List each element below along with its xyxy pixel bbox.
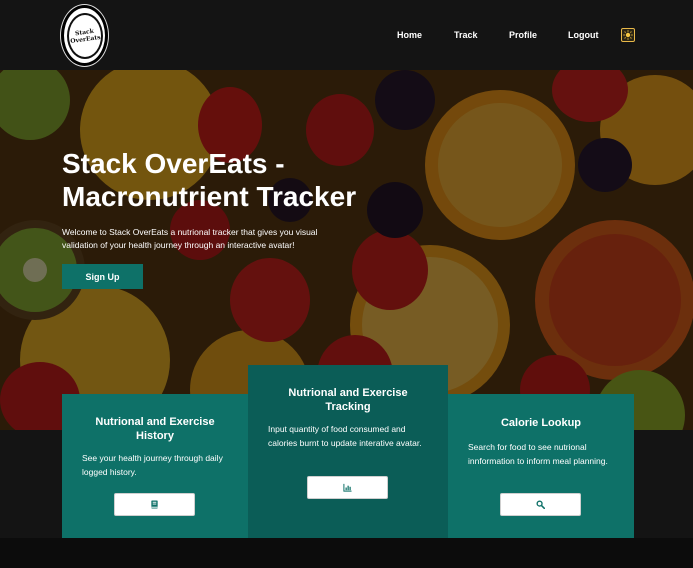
signup-button[interactable]: Sign Up [62, 264, 143, 289]
sun-icon [623, 30, 633, 40]
hero-description: Welcome to Stack OverEats a nutrional tr… [62, 227, 318, 250]
search-icon [536, 500, 545, 509]
nav-profile[interactable]: Profile [509, 30, 537, 40]
history-button[interactable] [114, 493, 195, 516]
card-tracking-title: Nutrional and Exercise Tracking [288, 387, 408, 413]
navbar: Stack OverEats Home Track Profile Logout [0, 0, 693, 70]
card-tracking: Nutrional and Exercise Tracking Input qu… [248, 365, 448, 538]
card-lookup-text: Search for food to see nutrional innform… [468, 442, 608, 466]
footer-band [0, 538, 693, 568]
tracking-button[interactable] [307, 476, 388, 499]
card-tracking-text: Input quantity of food consumed and calo… [268, 424, 422, 448]
nav-logout[interactable]: Logout [568, 30, 599, 40]
card-lookup-title: Calorie Lookup [500, 417, 582, 429]
hero-title: Stack OverEats - Macronutrient Tracker [62, 148, 357, 212]
theme-toggle-button[interactable] [621, 28, 635, 42]
logo-badge: Stack OverEats [66, 12, 103, 59]
card-history: Nutrional and Exercise History See your … [62, 394, 248, 538]
logo-text: Stack OverEats [69, 27, 101, 45]
book-icon [151, 500, 158, 509]
lookup-button[interactable] [500, 493, 581, 516]
nav-home[interactable]: Home [397, 30, 422, 40]
card-lookup: Calorie Lookup Search for food to see nu… [448, 394, 634, 538]
chart-icon [343, 483, 352, 492]
card-history-title: Nutrional and Exercise History [95, 416, 215, 442]
card-history-text: See your health journey through daily lo… [82, 453, 223, 477]
brand-logo[interactable]: Stack OverEats [61, 5, 108, 66]
nav-track[interactable]: Track [454, 30, 478, 40]
